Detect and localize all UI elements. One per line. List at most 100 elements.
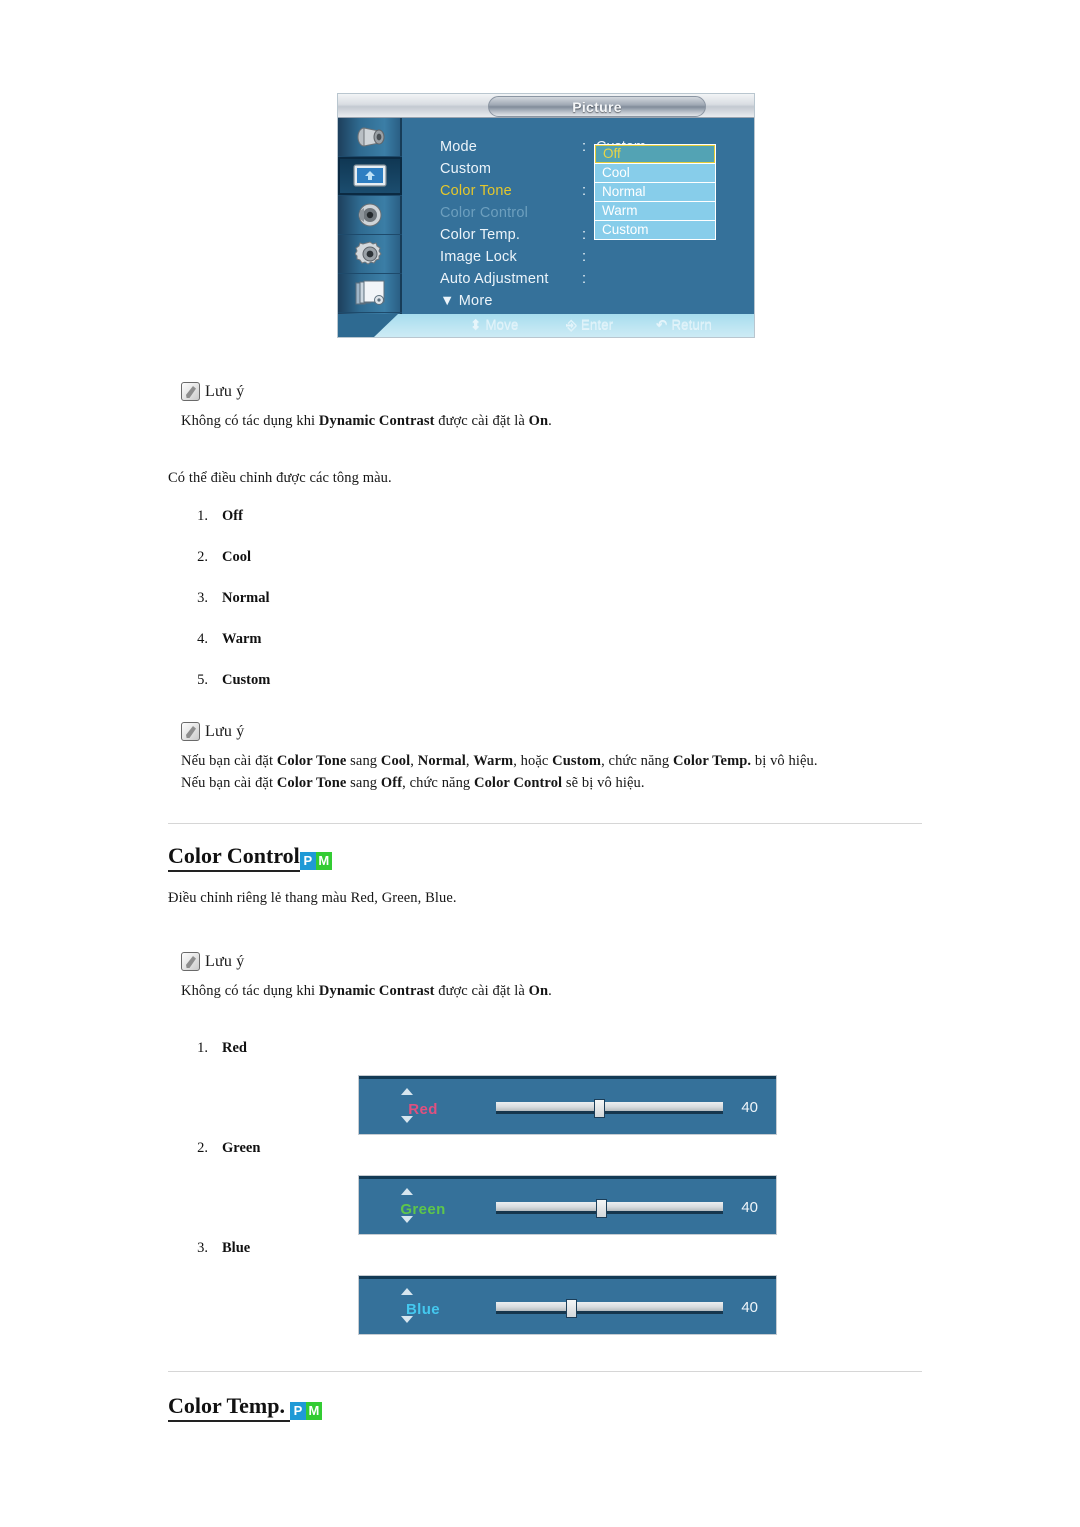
list-number: 4. — [197, 631, 208, 647]
green-slider-handle[interactable] — [596, 1199, 607, 1218]
osd-row-custom[interactable]: Custom — [440, 161, 491, 177]
badge-m-icon: M — [315, 852, 332, 870]
note-pencil-icon — [181, 382, 200, 401]
list-item: 2. Green — [182, 1140, 260, 1157]
green-increase-arrow-icon[interactable] — [401, 1188, 413, 1195]
osd-colon-color-tone: : — [582, 183, 587, 199]
list-item: 3. Blue — [182, 1240, 250, 1257]
list-label: Normal — [222, 590, 270, 606]
list-item: 1. Red — [182, 1040, 247, 1057]
green-slider-track[interactable] — [496, 1199, 723, 1218]
brightness-contrast-icon[interactable] — [338, 118, 402, 157]
dropdown-item-warm[interactable]: Warm — [595, 202, 715, 220]
dropdown-item-normal[interactable]: Normal — [595, 183, 715, 201]
red-slider-widget[interactable]: Red 40 — [359, 1076, 776, 1134]
note-heading-text: Lưu ý — [205, 382, 245, 400]
note-block-1: Lưu ý Không có tác dụng khi Dynamic Cont… — [181, 382, 552, 432]
osd-body: Mode : Custom Custom Color Tone : Color … — [338, 118, 754, 314]
osd-row-image-lock[interactable]: Image Lock — [440, 249, 517, 265]
osd-sidebar — [338, 118, 402, 314]
osd-row-mode[interactable]: Mode — [440, 139, 477, 155]
list-item: 3. Normal — [182, 590, 270, 607]
note-heading-text: Lưu ý — [205, 722, 245, 740]
osd-row-color-tone[interactable]: Color Tone — [440, 183, 512, 199]
osd-row-more[interactable]: ▼ More — [440, 293, 493, 309]
osd-title-bar: Picture — [338, 94, 754, 118]
list-item: 4. Warm — [182, 631, 270, 648]
list-number: 2. — [197, 549, 208, 565]
list-number: 3. — [197, 1240, 208, 1256]
osd-colon-color-temp: : — [582, 227, 587, 243]
blue-slider-track[interactable] — [496, 1299, 723, 1318]
red-slider-label: Red — [408, 1101, 438, 1118]
color-tone-dropdown[interactable]: Off Cool Normal Warm Custom — [594, 144, 716, 240]
list-label: Cool — [222, 549, 251, 565]
enter-hint: ⎆ Enter — [566, 317, 614, 332]
picture-icon[interactable] — [338, 157, 402, 196]
blue-increase-arrow-icon[interactable] — [401, 1288, 413, 1295]
enter-key-icon: ⎆ — [566, 317, 577, 332]
osd-menu-rows: Mode : Custom Custom Color Tone : Color … — [402, 118, 754, 314]
list-item: 5. Custom — [182, 672, 270, 689]
blue-slider-label: Blue — [405, 1301, 441, 1318]
list-number: 1. — [197, 1040, 208, 1056]
page-title: Color Temp. — [168, 1393, 285, 1422]
list-label: Custom — [222, 672, 271, 688]
intro-paragraph: Có thể điều chỉnh được các tông màu. — [168, 470, 392, 486]
badge-p-icon: P — [289, 1402, 306, 1420]
note-body-2-line-1: Nếu bạn cài đặt Color Tone sang Cool, No… — [181, 753, 818, 769]
badge-p-icon: P — [299, 852, 316, 870]
note-body-1: Không có tác dụng khi Dynamic Contrast đ… — [181, 413, 552, 429]
move-hint: ⬍ Move — [470, 317, 519, 332]
blue-slider-widget[interactable]: Blue 40 — [359, 1276, 776, 1334]
red-increase-arrow-icon[interactable] — [401, 1088, 413, 1095]
list-item: 2. Cool — [182, 549, 270, 566]
note-block-3: Lưu ý Không có tác dụng khi Dynamic Cont… — [181, 952, 552, 1002]
page-title: Color Control — [168, 843, 300, 872]
list-number: 3. — [197, 590, 208, 606]
section-divider-1 — [168, 823, 922, 824]
dropdown-item-custom[interactable]: Custom — [595, 221, 715, 239]
osd-row-auto-adjustment[interactable]: Auto Adjustment — [440, 271, 549, 287]
note-pencil-icon — [181, 952, 200, 971]
dropdown-item-cool[interactable]: Cool — [595, 164, 715, 182]
setup-gear-icon[interactable] — [338, 235, 402, 274]
return-hint: ↶ Return — [656, 317, 712, 332]
document-page: Picture Mode: Custom Color Tone: Color… — [0, 0, 1080, 1527]
note-body-2-line-2: Nếu bạn cài đặt Color Tone sang Off, chứ… — [181, 775, 645, 791]
osd-title: Picture — [488, 96, 706, 117]
section-heading-color-temp: Color Temp. P M — [168, 1393, 322, 1422]
section-divider-2 — [168, 1371, 922, 1372]
list-label: Warm — [222, 631, 262, 647]
list-number: 2. — [197, 1140, 208, 1156]
multi-control-icon[interactable] — [338, 274, 402, 313]
color-tone-option-list: 1. Off 2. Cool 3. Normal 4. Warm 5. Cust… — [182, 508, 270, 713]
red-slider-handle[interactable] — [594, 1099, 605, 1118]
green-slider-label: Green — [400, 1201, 446, 1218]
list-label: Off — [222, 508, 243, 524]
return-arrow-icon: ↶ — [656, 317, 668, 332]
list-label: Blue — [222, 1240, 251, 1256]
osd-picture-menu: Picture Mode: Custom Color Tone: Color… — [338, 94, 754, 337]
note-body-3: Không có tác dụng khi Dynamic Contrast đ… — [181, 983, 552, 999]
osd-footer-bar: ⬍ Move ⎆ Enter ↶ Return — [338, 314, 754, 337]
sound-speaker-icon[interactable] — [338, 196, 402, 235]
list-label: Red — [222, 1040, 247, 1056]
note-block-2: Lưu ý Nếu bạn cài đặt Color Tone sang Co… — [181, 722, 818, 794]
note-heading-3: Lưu ý — [181, 952, 552, 971]
move-updown-icon: ⬍ — [470, 317, 482, 332]
green-slider-value: 40 — [741, 1199, 758, 1216]
note-pencil-icon — [181, 722, 200, 741]
dropdown-item-off[interactable]: Off — [595, 145, 715, 163]
red-slider-track[interactable] — [496, 1099, 723, 1118]
osd-colon-image-lock: : — [582, 249, 587, 265]
osd-row-color-temp[interactable]: Color Temp. — [440, 227, 520, 243]
note-heading-2: Lưu ý — [181, 722, 818, 741]
green-slider-widget[interactable]: Green 40 — [359, 1176, 776, 1234]
color-control-description: Điều chỉnh riêng lẻ thang màu Red, Green… — [168, 890, 457, 906]
red-slider-value: 40 — [741, 1099, 758, 1116]
blue-slider-handle[interactable] — [566, 1299, 577, 1318]
note-heading-text: Lưu ý — [205, 952, 245, 970]
section-heading-color-control: Color Control P M — [168, 843, 332, 872]
osd-colon-mode: : — [582, 139, 587, 155]
